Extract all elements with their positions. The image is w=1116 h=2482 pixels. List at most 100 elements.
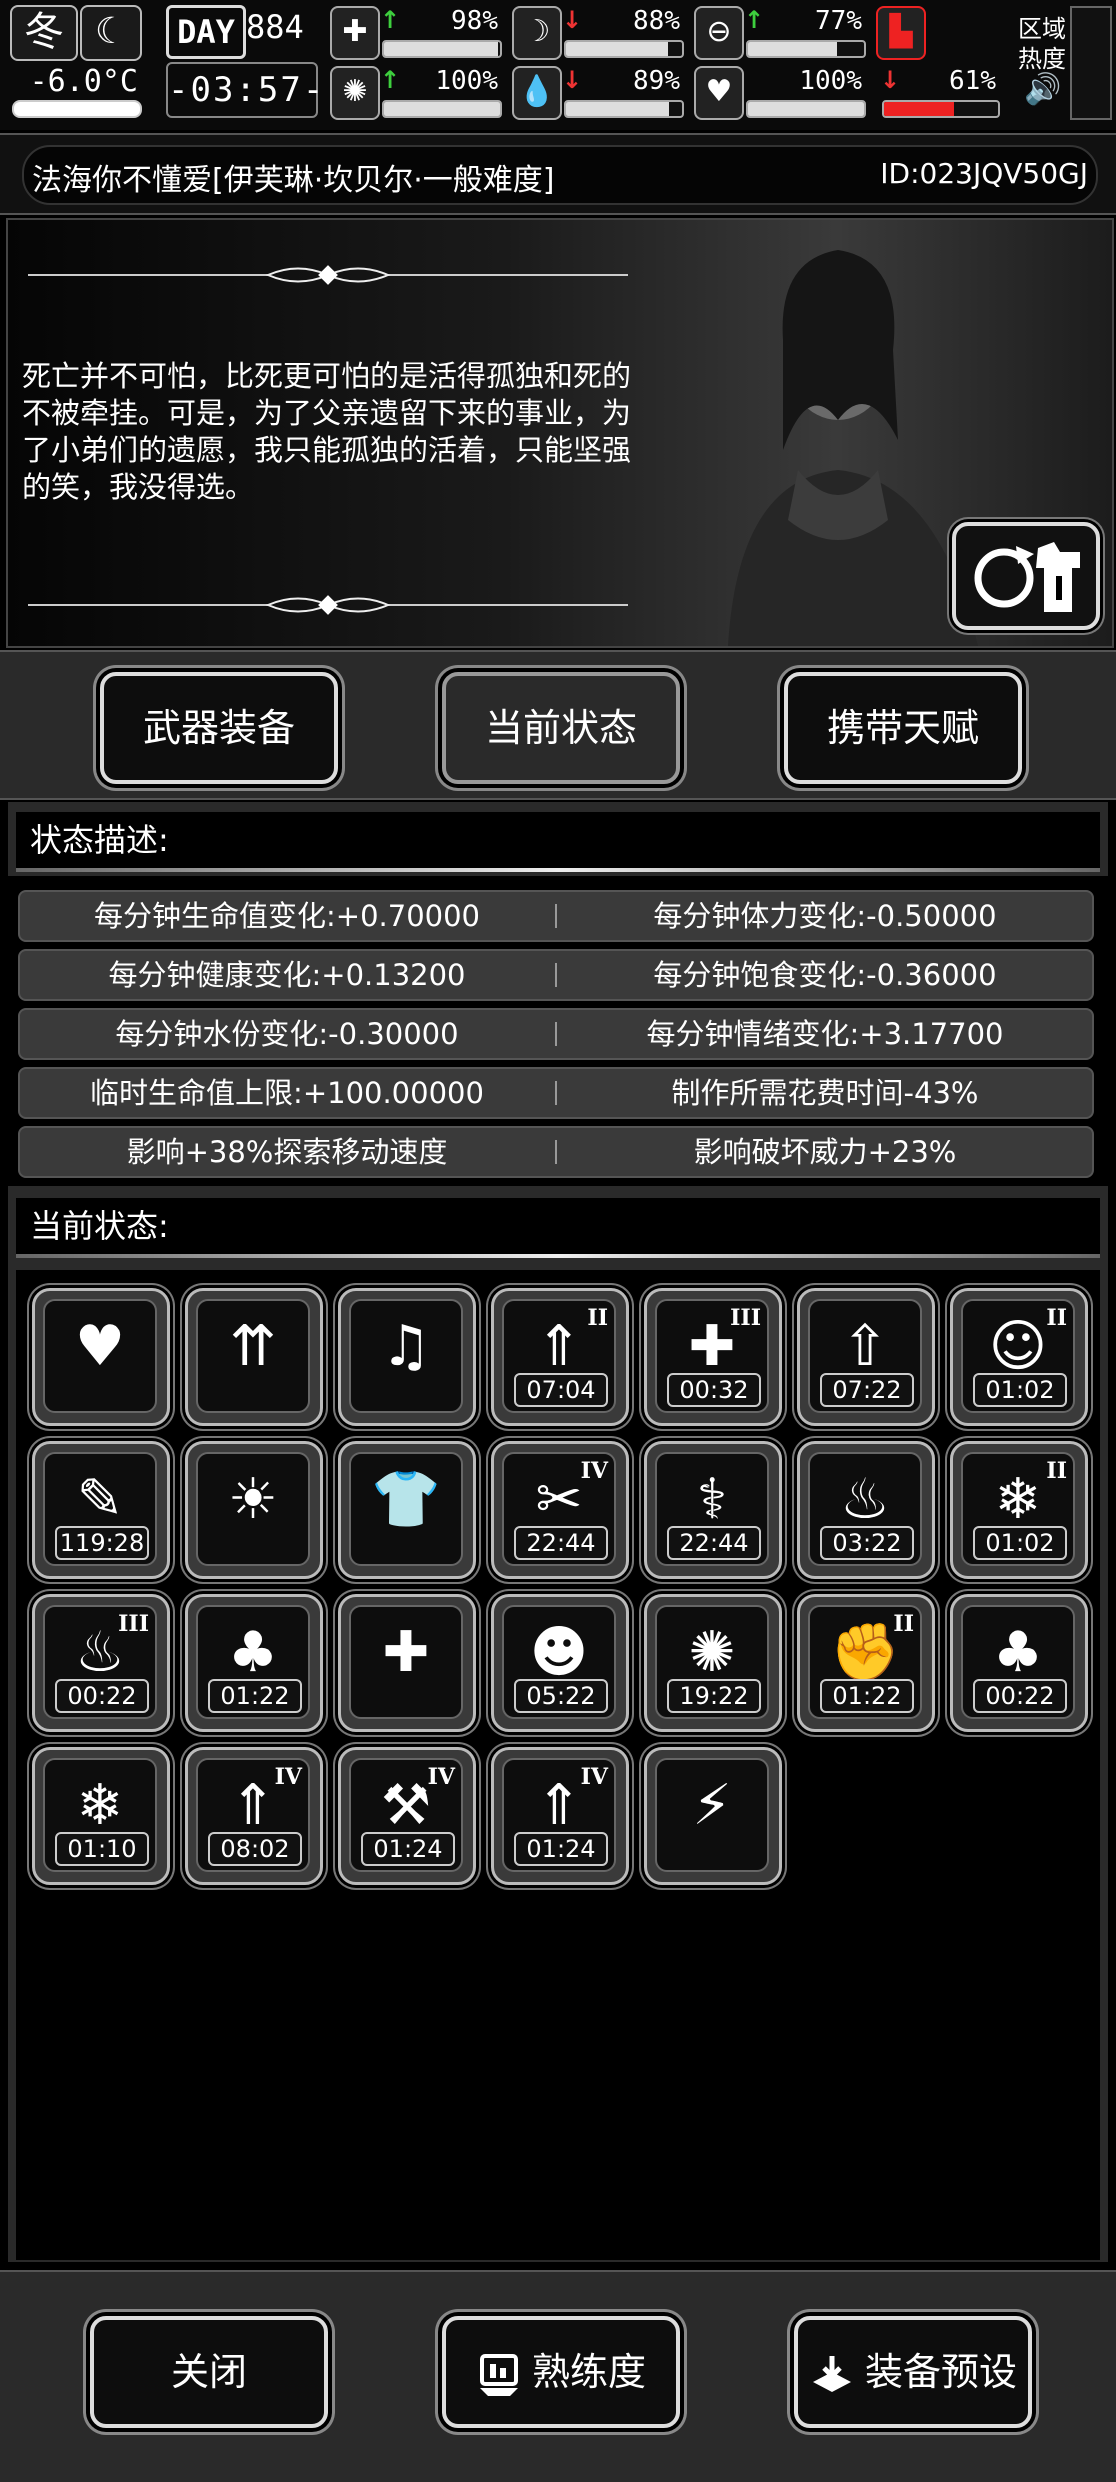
tile-frame: ✎ 119:28 <box>43 1452 157 1566</box>
description-cell: 每分钟水份变化:-0.30000 <box>115 1017 459 1051</box>
tile-frame: ✊ II 01:22 <box>808 1605 922 1719</box>
effect-timer: 01:22 <box>208 1679 302 1713</box>
tile-frame: ❄ 01:10 <box>43 1758 157 1872</box>
status-effect-tile[interactable]: ⇑ II 07:04 <box>491 1288 629 1426</box>
description-cell: 影响+38%探索移动速度 <box>126 1135 448 1169</box>
effect-timer: 01:10 <box>55 1832 149 1866</box>
status-effect-tile[interactable]: ✚ <box>338 1594 476 1732</box>
character-title-bar: 法海你不懂爱[伊芙琳·坎贝尔·一般难度] ID:023JQV50GJ <box>0 133 1116 215</box>
effect-timer: 01:02 <box>973 1373 1067 1407</box>
status-effect-tile[interactable]: ⇧ 07:22 <box>797 1288 935 1426</box>
status-effect-tile[interactable]: ✎ 119:28 <box>32 1441 170 1579</box>
stat-stamina-percent: 77% <box>815 6 862 36</box>
stat-mood: ♥ 100% <box>694 64 870 122</box>
cell-separator <box>555 1081 557 1105</box>
status-effect-tile[interactable]: ❄ 01:10 <box>32 1747 170 1885</box>
stat-temperature-bar <box>882 100 1000 118</box>
tile-frame: ♣ 00:22 <box>961 1605 1075 1719</box>
tile-frame: ⇈ <box>196 1299 310 1413</box>
status-effect-tile[interactable]: ⚕ 22:44 <box>644 1441 782 1579</box>
effect-timer: 19:22 <box>667 1679 761 1713</box>
effect-timer: 05:22 <box>514 1679 608 1713</box>
status-effect-tile[interactable]: ⇑ IV 01:24 <box>491 1747 629 1885</box>
tile-frame: ✚ III 00:32 <box>655 1299 769 1413</box>
close-button-label: 关闭 <box>170 2350 247 2394</box>
heart-icon: ♥ <box>74 1314 126 1379</box>
status-effect-tile[interactable]: ✊ II 01:22 <box>797 1594 935 1732</box>
status-effect-tile[interactable]: ♣ 00:22 <box>950 1594 1088 1732</box>
change-outfit-button[interactable] <box>952 522 1100 630</box>
status-effect-tile[interactable]: ⇈ <box>185 1288 323 1426</box>
status-effect-tile[interactable]: ⚡ <box>644 1747 782 1885</box>
status-effect-tile[interactable]: ♣ 01:22 <box>185 1594 323 1732</box>
tile-frame: 👕 <box>349 1452 463 1566</box>
stat-health: ✚ ↑ 98% <box>330 4 506 62</box>
equipment-preset-button[interactable]: 装备预设 <box>794 2316 1032 2428</box>
section-divider <box>16 1254 1100 1258</box>
effect-level: III <box>730 1305 761 1331</box>
status-effect-tile[interactable]: ♫ <box>338 1288 476 1426</box>
status-effect-tile[interactable]: ✂ IV 22:44 <box>491 1441 629 1579</box>
status-effect-tile[interactable]: ♨ III 00:22 <box>32 1594 170 1732</box>
capsule-icon: ⊖ <box>694 6 744 60</box>
stat-water-percent: 89% <box>633 66 680 96</box>
tile-frame: ✺ 19:22 <box>655 1605 769 1719</box>
area-heat-meter <box>1070 6 1112 120</box>
tab-status[interactable]: 当前状态 <box>442 672 680 784</box>
description-cell: 每分钟饱食变化:-0.36000 <box>653 958 997 992</box>
status-description-header: 状态描述: <box>16 812 1100 868</box>
status-effect-tile[interactable]: ✚ III 00:32 <box>644 1288 782 1426</box>
tile-frame: ⇧ 07:22 <box>808 1299 922 1413</box>
game-clock: -03:57- <box>166 62 323 118</box>
stat-mood-percent: 100% <box>799 66 862 96</box>
character-name: 法海你不懂爱[伊芙琳·坎贝尔·一般难度] <box>32 163 555 198</box>
music-heart-icon: ♫ <box>380 1314 432 1379</box>
tile-frame: ♣ 01:22 <box>196 1605 310 1719</box>
status-effect-tile[interactable]: ☀ <box>185 1441 323 1579</box>
effect-timer: 03:22 <box>820 1526 914 1560</box>
stomach-growth-icon: ⇈ <box>229 1314 277 1379</box>
status-effect-tile[interactable]: ⇑ IV 08:02 <box>185 1747 323 1885</box>
description-row: 临时生命值上限:+100.00000 制作所需花费时间-43% <box>18 1067 1094 1119</box>
moon-icon: ☾ <box>80 5 142 61</box>
stat-temperature-percent: 61% <box>949 66 996 96</box>
status-effect-tile[interactable]: ☻ 05:22 <box>491 1594 629 1732</box>
effect-timer: 00:22 <box>973 1679 1067 1713</box>
tab-weapons[interactable]: 武器装备 <box>100 672 338 784</box>
effect-timer: 22:44 <box>514 1526 608 1560</box>
proficiency-button[interactable]: 熟练度 <box>442 2316 680 2428</box>
status-effect-tile[interactable]: 👕 <box>338 1441 476 1579</box>
tile-frame: ☻ 05:22 <box>502 1605 616 1719</box>
status-effect-tile[interactable]: ✺ 19:22 <box>644 1594 782 1732</box>
tile-frame: ☺ II 01:02 <box>961 1299 1075 1413</box>
effect-level: IV <box>580 1458 608 1484</box>
ornament-top-divider <box>28 265 628 285</box>
description-row: 每分钟水份变化:-0.30000 每分钟情绪变化:+3.17700 <box>18 1008 1094 1060</box>
stat-water-bar <box>564 100 684 118</box>
description-row: 影响+38%探索移动速度 影响破坏威力+23% <box>18 1126 1094 1178</box>
status-effect-tile[interactable]: ❄ II 01:02 <box>950 1441 1088 1579</box>
status-effect-tile[interactable]: ☺ II 01:02 <box>950 1288 1088 1426</box>
tile-frame: ⚒ IV 01:24 <box>349 1758 463 1872</box>
effect-level: II <box>587 1305 608 1331</box>
shirt-icon: 👕 <box>371 1467 441 1532</box>
stat-health-bar <box>382 40 502 58</box>
stat-brain: ✺ ↑ 100% <box>330 64 506 122</box>
stat-hunger-bar <box>564 40 684 58</box>
temperature-bar <box>12 100 142 118</box>
tile-frame: ⚕ 22:44 <box>655 1452 769 1566</box>
stat-health-percent: 98% <box>451 6 498 36</box>
speaker-icon[interactable]: 🔊 <box>1024 72 1061 107</box>
tab-talents[interactable]: 携带天赋 <box>784 672 1022 784</box>
status-effect-tile[interactable]: ♥ <box>32 1288 170 1426</box>
cell-separator <box>555 904 557 928</box>
description-row: 每分钟健康变化:+0.13200 每分钟饱食变化:-0.36000 <box>18 949 1094 1001</box>
status-effect-tile[interactable]: ⚒ IV 01:24 <box>338 1747 476 1885</box>
effect-timer: 00:32 <box>667 1373 761 1407</box>
arrow-down-icon: ↓ <box>880 66 901 94</box>
close-button[interactable]: 关闭 <box>90 2316 328 2428</box>
description-cell: 每分钟健康变化:+0.13200 <box>108 958 466 992</box>
arrow-up-icon: ↑ <box>744 6 765 34</box>
status-effect-tile[interactable]: ♨ 03:22 <box>797 1441 935 1579</box>
cell-separator <box>555 1022 557 1046</box>
